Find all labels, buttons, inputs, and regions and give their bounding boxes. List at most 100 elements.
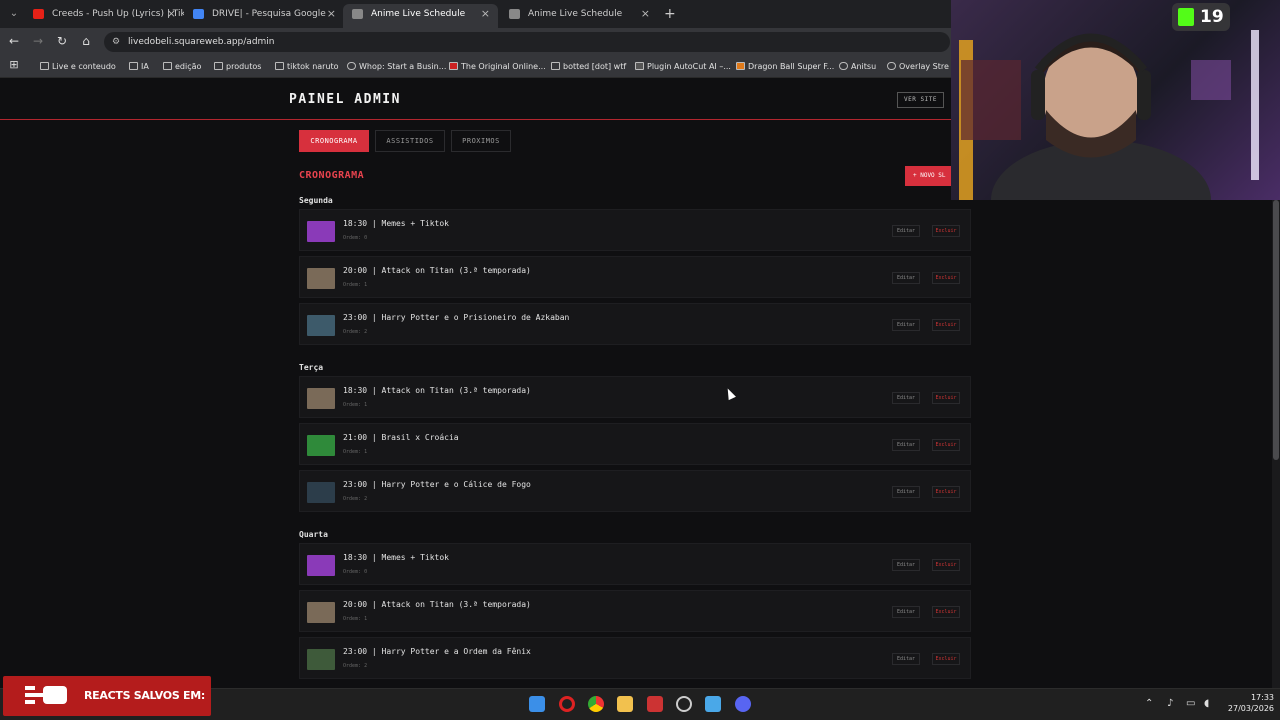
schedule-row: 18:30 | Memes + Tiktok Ordem: 0 Editar Excl… (299, 543, 971, 585)
microphone-icon[interactable]: ♪ (1167, 698, 1173, 709)
anime-thumbnail (307, 221, 335, 242)
taskbar-clock[interactable]: 17:33 27/03/2026 (1222, 692, 1274, 714)
chrome-icon[interactable] (588, 696, 604, 712)
folder-icon (275, 62, 284, 70)
schedule-order: Ordem: 0 (343, 235, 368, 241)
globe-icon (509, 9, 520, 19)
bookmark-favicon-icon (449, 62, 458, 70)
tab-search-icon[interactable]: ⌄ (6, 6, 22, 22)
edit-button[interactable]: Editar (892, 225, 920, 237)
schedule-row: 21:00 | Brasil x Croácia Ordem: 1 Editar Ex… (299, 423, 971, 465)
page-scrollbar[interactable] (1272, 200, 1280, 688)
schedule-title: 18:30 | Memes + Tiktok (343, 219, 449, 228)
section-title: CRONOGRAMA (299, 170, 365, 181)
schedule-row: 18:30 | Memes + Tiktok Ordem: 0 Editar Excl… (299, 209, 971, 251)
windows-start-icon[interactable] (529, 696, 545, 712)
bookmark-item[interactable]: Live e conteudo (40, 60, 116, 73)
bookmark-item[interactable]: Anitsu (839, 60, 876, 73)
bookmark-item[interactable]: tiktok naruto (275, 60, 339, 73)
browser-tab-4[interactable]: Anime Live Schedule × (500, 4, 658, 28)
delete-button[interactable]: Excluir (932, 486, 960, 498)
scrollbar-thumb[interactable] (1273, 200, 1279, 460)
browser-tab-2[interactable]: DRIVE| - Pesquisa Google × (184, 4, 344, 28)
bookmark-item[interactable]: Overlay Stre (887, 60, 949, 73)
forward-icon[interactable]: → (30, 34, 46, 48)
tray-chevron-icon[interactable]: ⌃ (1145, 698, 1153, 709)
tab-close-icon[interactable]: × (481, 4, 490, 24)
reacts-banner: REACTS SALVOS EM: (3, 676, 211, 716)
schedule-title: 20:00 | Attack on Titan (3.ª temporada) (343, 266, 531, 275)
bookmark-item[interactable]: produtos (214, 60, 261, 73)
delete-button[interactable]: Excluir (932, 653, 960, 665)
delete-button[interactable]: Excluir (932, 225, 960, 237)
schedule-row: 18:30 | Attack on Titan (3.ª temporada) O… (299, 376, 971, 418)
discord-icon[interactable] (735, 696, 751, 712)
steam-icon[interactable] (676, 696, 692, 712)
bookmark-item[interactable]: Dragon Ball Super F... (736, 60, 834, 73)
site-info-icon[interactable]: ⚙ (112, 32, 120, 52)
bookmark-favicon-icon (635, 62, 644, 70)
schedule-order: Ordem: 2 (343, 496, 368, 502)
new-tab-icon[interactable]: + (664, 6, 676, 22)
delete-button[interactable]: Excluir (932, 606, 960, 618)
delete-button[interactable]: Excluir (932, 439, 960, 451)
schedule-title: 18:30 | Attack on Titan (3.ª temporada) (343, 386, 531, 395)
globe-icon (887, 62, 896, 70)
edit-button[interactable]: Editar (892, 272, 920, 284)
edit-button[interactable]: Editar (892, 439, 920, 451)
edit-button[interactable]: Editar (892, 653, 920, 665)
delete-button[interactable]: Excluir (932, 392, 960, 404)
schedule-title: 23:00 | Harry Potter e o Prisioneiro de … (343, 313, 570, 322)
network-icon[interactable]: ▭ (1186, 698, 1195, 709)
file-explorer-icon[interactable] (617, 696, 633, 712)
webcam-overlay (951, 0, 1280, 200)
delete-button[interactable]: Excluir (932, 319, 960, 331)
bookmark-item[interactable]: Whop: Start a Busin... (347, 60, 446, 73)
tab-close-icon[interactable]: × (167, 4, 176, 24)
bookmark-item[interactable]: The Original Online... (449, 60, 546, 73)
new-slot-button[interactable]: + NOVO SL (905, 166, 957, 186)
tab-close-icon[interactable]: × (327, 4, 336, 24)
edit-button[interactable]: Editar (892, 319, 920, 331)
calendar-app-icon[interactable] (647, 696, 663, 712)
tab-label: Creeds - Push Up (Lyrics) | Tiktok (52, 9, 184, 19)
whop-icon (347, 62, 356, 70)
home-icon[interactable]: ⌂ (78, 34, 94, 48)
delete-button[interactable]: Excluir (932, 559, 960, 571)
browser-tab-1[interactable]: Creeds - Push Up (Lyrics) | Tiktok × (24, 4, 184, 28)
tab-cronograma[interactable]: CRONOGRAMA (299, 130, 369, 152)
bookmark-item[interactable]: IA (129, 60, 149, 73)
anime-thumbnail (307, 482, 335, 503)
back-icon[interactable]: ← (6, 34, 22, 48)
anime-thumbnail (307, 388, 335, 409)
apps-grid-icon[interactable]: ⊞ (6, 58, 22, 71)
bookmark-item[interactable]: botted [dot] wtf (551, 60, 626, 73)
browser-tab-3[interactable]: Anime Live Schedule × (343, 4, 498, 28)
schedule-title: 20:00 | Attack on Titan (3.ª temporada) (343, 600, 531, 609)
schedule-order: Ordem: 1 (343, 282, 368, 288)
tab-close-icon[interactable]: × (641, 4, 650, 24)
bookmark-item[interactable]: Plugin AutoCut AI –... (635, 60, 731, 73)
tab-proximos[interactable]: PROXIMOS (451, 130, 511, 152)
edit-button[interactable]: Editar (892, 486, 920, 498)
folder-icon (163, 62, 172, 70)
delete-button[interactable]: Excluir (932, 272, 960, 284)
edit-button[interactable]: Editar (892, 559, 920, 571)
schedule-order: Ordem: 1 (343, 402, 368, 408)
reacts-logo-icon (25, 686, 67, 704)
tab-assistidos[interactable]: ASSISTIDOS (375, 130, 445, 152)
url-field[interactable]: ⚙ livedobeli.squareweb.app/admin (104, 32, 950, 52)
opera-icon[interactable] (559, 696, 575, 712)
notepad-icon[interactable] (705, 696, 721, 712)
edit-button[interactable]: Editar (892, 392, 920, 404)
schedule-row: 23:00 | Harry Potter e o Prisioneiro de … (299, 303, 971, 345)
bookmark-item[interactable]: edição (163, 60, 201, 73)
anime-thumbnail (307, 315, 335, 336)
reload-icon[interactable]: ↻ (54, 34, 70, 48)
schedule-title: 23:00 | Harry Potter e o Cálice de Fogo (343, 480, 531, 489)
schedule-row: 20:00 | Attack on Titan (3.ª temporada) O… (299, 590, 971, 632)
ver-site-button[interactable]: VER SITE (897, 92, 944, 108)
volume-icon[interactable]: ◖ (1204, 698, 1209, 709)
edit-button[interactable]: Editar (892, 606, 920, 618)
schedule-title: 21:00 | Brasil x Croácia (343, 433, 459, 442)
